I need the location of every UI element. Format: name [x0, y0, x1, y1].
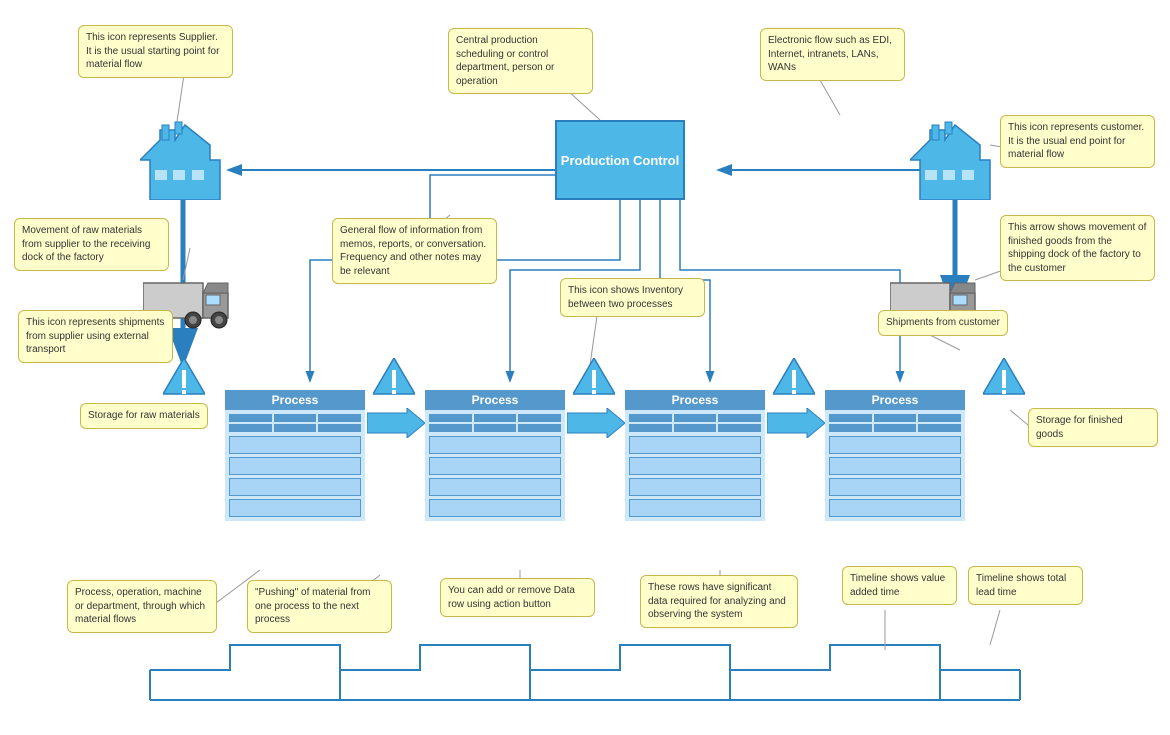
- callout-timeline-total: Timeline shows total lead time: [968, 566, 1083, 605]
- callout-storage-finished: Storage for finished goods: [1028, 408, 1158, 447]
- production-control-label: Production Control: [561, 153, 679, 168]
- supplier-factory: [140, 120, 230, 200]
- push-arrow-2: [567, 408, 625, 441]
- triangle-3: [773, 358, 815, 403]
- callout-process-machine: Process, operation, machine or departmen…: [67, 580, 217, 633]
- push-arrow-3: [767, 408, 825, 441]
- callout-significant-rows: These rows have significant data require…: [640, 575, 798, 628]
- process-3-header: Process: [625, 390, 765, 410]
- triangle-2: [573, 358, 615, 403]
- process-1-header: Process: [225, 390, 365, 410]
- process-2-header: Process: [425, 390, 565, 410]
- callout-data-row: You can add or remove Data row using act…: [440, 578, 595, 617]
- process-box-3: Process: [625, 390, 765, 550]
- callout-customer: This icon represents customer. It is the…: [1000, 115, 1155, 168]
- triangle-right-edge: [983, 358, 1025, 403]
- triangle-1: [373, 358, 415, 403]
- callout-supplier: This icon represents Supplier. It is the…: [78, 25, 233, 78]
- callout-info-flow: General flow of information from memos, …: [332, 218, 497, 284]
- callout-shipment-supplier: This icon represents shipments from supp…: [18, 310, 173, 363]
- process-4-header: Process: [825, 390, 965, 410]
- diagram: Production Control: [0, 0, 1170, 735]
- callout-electronic-flow: Electronic flow such as EDI, Internet, i…: [760, 28, 905, 81]
- callout-finished-goods: This arrow shows movement of finished go…: [1000, 215, 1155, 281]
- callout-storage-raw: Storage for raw materials: [80, 403, 208, 429]
- triangle-left-edge: [163, 358, 205, 403]
- callout-timeline-value: Timeline shows value added time: [842, 566, 957, 605]
- process-box-2: Process: [425, 390, 565, 550]
- production-control-box: Production Control: [555, 120, 685, 200]
- callout-central-production: Central production scheduling or control…: [448, 28, 593, 94]
- process-box-1: Process: [225, 390, 365, 550]
- callout-push-material: "Pushing" of material from one process t…: [247, 580, 392, 633]
- callout-inventory: This icon shows Inventory between two pr…: [560, 278, 705, 317]
- customer-factory: [910, 120, 1000, 200]
- push-arrow-1: [367, 408, 425, 441]
- callout-raw-material: Movement of raw materials from supplier …: [14, 218, 169, 271]
- callout-shipments-customer: Shipments from customer: [878, 310, 1008, 336]
- process-box-4: Process: [825, 390, 965, 550]
